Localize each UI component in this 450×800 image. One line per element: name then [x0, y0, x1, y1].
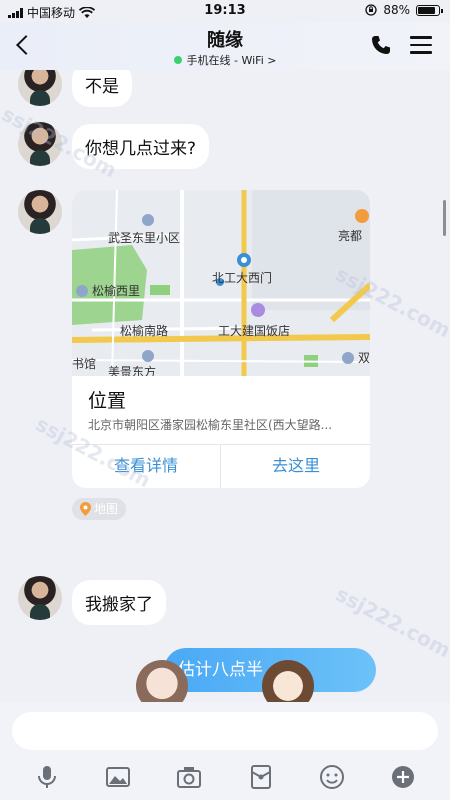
map-graphic: 武圣东里小区 松榆西里 松榆南路 北工大西门 工大建国饭店 亮都 书馆 美景东方…: [72, 190, 370, 376]
map-label-bottom: 美景东方: [108, 364, 156, 376]
map-label-left: 书馆: [72, 356, 96, 371]
map-label-right: 双: [358, 351, 370, 365]
location-address: 北京市朝阳区潘家园松榆东里社区(西大望路...: [88, 418, 333, 432]
map-tag-label: 地图: [94, 502, 119, 516]
status-bar: 中国移动 19:13 88%: [0, 0, 450, 22]
navigate-button[interactable]: 去这里: [222, 444, 370, 488]
chat-area[interactable]: 不是 你想几点过来? 武圣东里小区 松榆西里 松榆南路 北工大西门 工大建国饭店…: [0, 70, 450, 702]
phone-icon[interactable]: [370, 34, 392, 56]
location-title: 位置: [88, 390, 127, 412]
message-bubble[interactable]: 你想几点过来?: [72, 124, 210, 169]
map-label-west-gate: 北工大西门: [212, 270, 272, 285]
map-tag[interactable]: 地图: [72, 498, 127, 520]
chat-header: 随缘 手机在线 - WiFi >: [0, 22, 450, 70]
battery-icon: [416, 4, 443, 16]
location-card[interactable]: 武圣东里小区 松榆西里 松榆南路 北工大西门 工大建国饭店 亮都 书馆 美景东方…: [72, 190, 370, 488]
battery-percent: 88%: [383, 3, 410, 17]
mic-icon[interactable]: [34, 764, 60, 790]
chevron-right-icon: >: [267, 54, 277, 67]
input-area: [0, 702, 450, 800]
message-input[interactable]: [12, 712, 438, 750]
plus-icon[interactable]: [390, 764, 416, 790]
contact-avatar[interactable]: [18, 122, 62, 166]
location-map[interactable]: 武圣东里小区 松榆西里 松榆南路 北工大西门 工大建国饭店 亮都 书馆 美景东方…: [72, 190, 370, 376]
message-bubble[interactable]: 不是: [72, 70, 132, 107]
divider: [220, 444, 221, 488]
map-label-community: 武圣东里小区: [108, 231, 180, 245]
online-dot-icon: [173, 56, 182, 64]
emoji-icon[interactable]: [319, 764, 345, 790]
contact-avatar[interactable]: [18, 576, 62, 620]
camera-icon[interactable]: [176, 764, 202, 790]
map-label-songyu-xili: 松榆西里: [92, 283, 140, 298]
image-icon[interactable]: [105, 764, 131, 790]
input-toolbar: [0, 760, 450, 796]
contact-avatar[interactable]: [18, 190, 62, 234]
contact-avatar[interactable]: [18, 70, 62, 106]
map-label-mall: 亮都: [338, 228, 362, 243]
scrollbar[interactable]: [443, 200, 446, 236]
message-bubble[interactable]: 我搬家了: [72, 580, 166, 625]
online-status-text: 手机在线 - WiFi: [186, 54, 264, 67]
map-pin-icon: [80, 502, 91, 516]
view-details-button[interactable]: 查看详情: [72, 444, 220, 488]
red-packet-icon[interactable]: [248, 764, 274, 790]
map-label-road: 松榆南路: [120, 323, 168, 338]
map-label-hotel: 工大建国饭店: [218, 324, 290, 338]
status-right: 88%: [365, 3, 443, 17]
menu-icon[interactable]: [410, 36, 432, 54]
rotation-lock-icon: [365, 4, 377, 16]
